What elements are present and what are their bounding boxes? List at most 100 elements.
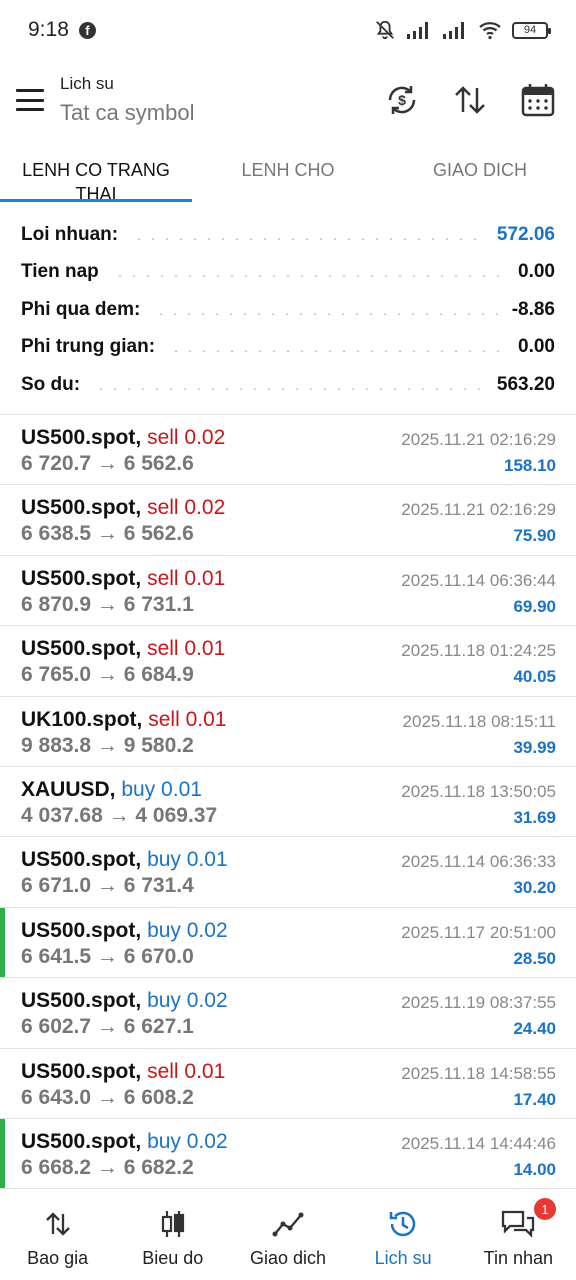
order-side: sell 0.02 — [147, 496, 226, 520]
order-date: 2025.11.18 01:24:25 — [401, 641, 556, 661]
order-symbol: US500.spot, — [21, 848, 142, 872]
calendar-icon — [521, 84, 555, 117]
summary-label: So du: — [21, 373, 81, 395]
order-side: sell 0.01 — [147, 1059, 226, 1083]
summary-value: 0.00 — [518, 336, 555, 358]
nav-label: Bieu do — [142, 1248, 204, 1268]
summary-value: 0.00 — [518, 261, 555, 283]
nav-quotes[interactable]: Bao gia — [0, 1190, 115, 1280]
order-title: US500.spot, buy 0.02 — [21, 989, 228, 1013]
tab-positions[interactable]: LENH CO TRANG THAI — [0, 148, 192, 204]
sort-icon — [455, 86, 485, 114]
order-row[interactable]: US500.spot, buy 0.02 6 668.2 → 6 682.2 202… — [0, 1118, 576, 1190]
order-profit: 40.05 — [513, 667, 556, 687]
order-row[interactable]: US500.spot, sell 0.01 6 870.9 → 6 731.1 20… — [0, 556, 576, 627]
summary-deposit: Tien nap 0.00 — [0, 254, 576, 292]
dotted-leader — [112, 275, 505, 278]
dotted-leader — [169, 350, 505, 353]
order-prices: 6 870.9 → 6 731.1 — [21, 592, 194, 616]
order-row[interactable]: XAUUSD, buy 0.01 4 037.68 → 4 069.37 2025.… — [0, 767, 576, 838]
order-side: sell 0.01 — [148, 707, 227, 731]
nav-label: Bao gia — [27, 1248, 89, 1268]
order-date: 2025.11.17 20:51:00 — [401, 922, 556, 942]
summary-balance: So du: 563.20 — [0, 366, 576, 404]
order-side: buy 0.01 — [147, 848, 228, 872]
order-title: XAUUSD, buy 0.01 — [21, 778, 202, 802]
summary-label: Phi trung gian: — [21, 336, 156, 358]
messages-icon — [502, 1210, 535, 1238]
order-profit: 14.00 — [513, 1159, 556, 1179]
order-side: sell 0.02 — [147, 426, 226, 449]
nav-label: Lich su — [374, 1248, 432, 1268]
order-date: 2025.11.18 14:58:55 — [401, 1063, 556, 1083]
order-profit: 69.90 — [513, 596, 556, 616]
summary-panel: Loi nhuan: 572.06 Tien nap 0.00 Phi qua … — [0, 216, 576, 404]
status-time: 9:18 — [28, 18, 69, 41]
order-profit: 39.99 — [513, 737, 556, 757]
status-bar: 9:18 f 94 — [0, 0, 576, 60]
summary-label: Loi nhuan: — [21, 223, 119, 245]
nav-label: Tin nhan — [483, 1248, 554, 1268]
order-row[interactable]: UK100.spot, sell 0.01 9 883.8 → 9 580.2 20… — [0, 697, 576, 767]
sort-button[interactable] — [450, 80, 490, 120]
order-symbol: UK100.spot, — [21, 707, 143, 731]
order-prices: 6 638.5 → 6 562.6 — [21, 522, 194, 546]
order-profit: 158.10 — [504, 456, 556, 475]
order-profit: 17.40 — [513, 1089, 556, 1109]
order-symbol: US500.spot, — [21, 496, 142, 520]
dotted-leader — [94, 387, 483, 390]
order-prices: 4 037.68 → 4 069.37 — [21, 803, 218, 827]
order-title: US500.spot, buy 0.02 — [21, 1130, 228, 1154]
order-title: US500.spot, sell 0.02 — [21, 496, 225, 520]
order-profit: 28.50 — [513, 948, 556, 968]
order-row[interactable]: US500.spot, sell 0.01 6 765.0 → 6 684.9 20… — [0, 626, 576, 697]
mute-icon — [376, 20, 394, 40]
tab-orders[interactable]: LENH CHO — [192, 148, 384, 204]
order-side: buy 0.01 — [121, 777, 202, 801]
order-row[interactable]: US500.spot, sell 0.02 6 638.5 → 6 562.6 20… — [0, 485, 576, 556]
symbol-filter[interactable]: Tat ca symbol — [60, 100, 195, 126]
chart-icon — [161, 1211, 184, 1237]
quotes-icon — [45, 1212, 70, 1236]
signal-icon — [407, 22, 428, 39]
nav-messages[interactable]: 1 Tin nhan — [461, 1190, 576, 1280]
summary-commission: Phi trung gian: 0.00 — [0, 329, 576, 367]
order-row[interactable]: US500.spot, buy 0.02 6 602.7 → 6 627.1 202… — [0, 978, 576, 1049]
order-row[interactable]: US500.spot, buy 0.02 6 641.5 → 6 670.0 202… — [0, 907, 576, 979]
order-title: US500.spot, sell 0.01 — [21, 637, 225, 661]
order-prices: 6 643.0 → 6 608.2 — [21, 1085, 194, 1109]
header-actions: $ — [382, 80, 558, 120]
svg-text:$: $ — [398, 92, 406, 108]
order-title: US500.spot, sell 0.02 — [21, 426, 225, 450]
status-icons: 94 — [374, 19, 551, 41]
page-title: Lich su — [60, 74, 114, 93]
menu-icon[interactable] — [16, 89, 44, 111]
order-row[interactable]: US500.spot, sell 0.02 6 720.7 → 6 562.6 20… — [0, 415, 576, 486]
calendar-button[interactable] — [518, 80, 558, 120]
title-block[interactable]: Lich su Tat ca symbol — [60, 74, 195, 126]
order-title: US500.spot, sell 0.01 — [21, 567, 225, 591]
nav-history[interactable]: Lich su — [346, 1190, 461, 1280]
order-row[interactable]: US500.spot, sell 0.01 6 643.0 → 6 608.2 20… — [0, 1049, 576, 1119]
tab-deals[interactable]: GIAO DICH — [384, 148, 576, 204]
nav-trade[interactable]: Giao dich — [230, 1190, 345, 1280]
order-symbol: US500.spot, — [21, 989, 142, 1013]
refresh-currency-button[interactable]: $ — [382, 80, 422, 120]
order-date: 2025.11.18 08:15:11 — [402, 711, 556, 731]
order-prices: 9 883.8 → 9 580.2 — [21, 733, 194, 757]
wifi-icon — [479, 22, 501, 40]
dotted-leader — [132, 237, 483, 240]
order-symbol: US500.spot, — [21, 637, 142, 661]
order-profit: 75.90 — [513, 526, 556, 546]
order-title: US500.spot, sell 0.01 — [21, 1060, 225, 1084]
order-symbol: US500.spot, — [21, 426, 142, 449]
order-prices: 6 668.2 → 6 682.2 — [21, 1155, 194, 1179]
nav-chart[interactable]: Bieu do — [115, 1190, 230, 1280]
order-symbol: US500.spot, — [21, 1059, 142, 1083]
history-icon — [389, 1211, 416, 1237]
order-profit: 30.20 — [513, 878, 556, 898]
order-row[interactable]: US500.spot, buy 0.01 6 671.0 → 6 731.4 202… — [0, 837, 576, 908]
orders-list: US500.spot, sell 0.02 6 720.7 → 6 562.6 20… — [0, 414, 576, 1190]
order-side: buy 0.02 — [147, 989, 228, 1013]
order-side: sell 0.01 — [147, 566, 226, 590]
